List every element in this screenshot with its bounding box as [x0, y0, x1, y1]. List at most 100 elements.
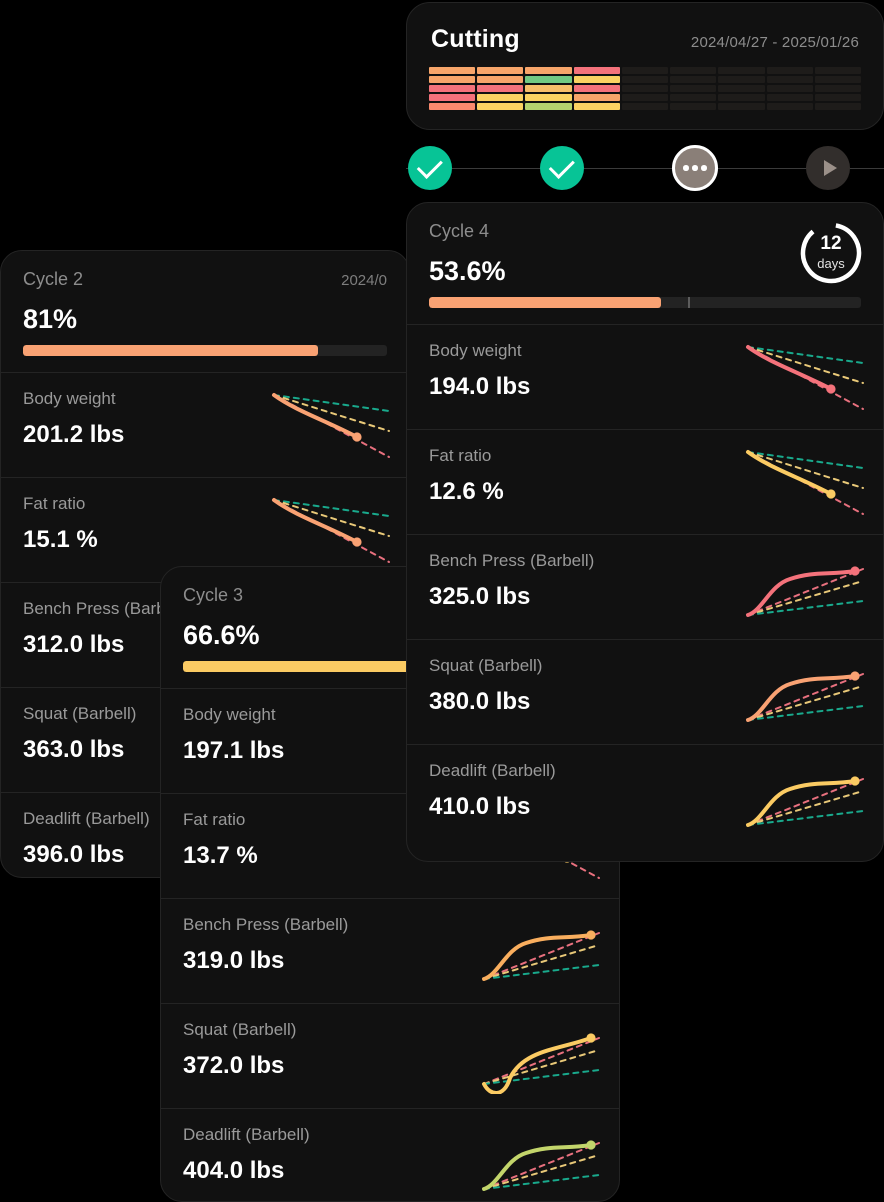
heatmap-column — [477, 67, 524, 110]
heatmap-cell — [670, 85, 717, 92]
heatmap-cell — [429, 94, 476, 101]
heatmap-column — [573, 67, 620, 110]
metric-row[interactable]: Body weight 194.0 lbs — [407, 325, 883, 429]
metric-sparkline — [746, 776, 864, 827]
heatmap-cell — [718, 76, 765, 83]
metric-sparkline — [482, 1140, 600, 1191]
cycle4-header: Cycle 4 53.6% 12 days — [407, 203, 883, 324]
heatmap-cell — [429, 67, 476, 74]
sparkline-endpoint — [850, 671, 860, 681]
metric-row[interactable]: Bench Press (Barbell) 319.0 lbs — [161, 899, 619, 1003]
heatmap-column — [429, 67, 476, 110]
heatmap-cell — [814, 94, 861, 101]
metric-sparkline — [746, 450, 864, 515]
days-remaining-label: days — [817, 256, 845, 271]
stepper-step-1[interactable] — [408, 146, 452, 190]
sparkline-endpoint — [586, 930, 596, 940]
cycle2-progress-fill — [23, 345, 318, 356]
heatmap-cell — [573, 94, 620, 101]
heatmap-cell — [718, 103, 765, 110]
heatmap-cell — [621, 85, 669, 92]
metric-sparkline — [746, 566, 864, 617]
cycle4-progress-bar — [429, 297, 861, 308]
sparkline-endpoint — [586, 1033, 596, 1043]
metric-chart — [742, 444, 867, 520]
metric-chart — [268, 492, 393, 568]
cycle2-header: Cycle 2 2024/0 81% — [1, 251, 409, 372]
heatmap-cell — [621, 76, 669, 83]
metric-row[interactable]: Fat ratio 12.6 % — [407, 430, 883, 534]
sparkline-endpoint — [826, 384, 836, 394]
heatmap-column — [814, 67, 861, 110]
heatmap-cell — [670, 67, 717, 74]
metric-sparkline — [272, 393, 390, 458]
heatmap-cell — [670, 103, 717, 110]
metric-row[interactable]: Squat (Barbell) 380.0 lbs — [407, 640, 883, 744]
stepper-step-2[interactable] — [540, 146, 584, 190]
heatmap-cell — [525, 67, 572, 74]
heatmap-cell — [718, 85, 765, 92]
cycle4-title: Cycle 4 — [429, 221, 490, 241]
heatmap-column — [621, 67, 669, 110]
heatmap-cell — [429, 85, 476, 92]
sparkline-endpoint — [352, 537, 362, 547]
sparkline-endpoint — [850, 566, 860, 576]
cycle3-title: Cycle 3 — [183, 585, 244, 605]
heatmap-cell — [766, 94, 813, 101]
heatmap-cell — [621, 103, 669, 110]
check-icon — [548, 152, 575, 179]
heatmap-cell — [814, 76, 861, 83]
heatmap-cell — [429, 103, 476, 110]
metric-chart — [478, 1123, 603, 1199]
heatmap-column — [525, 67, 572, 110]
ellipsis-icon — [683, 165, 707, 171]
heatmap-cell — [525, 103, 572, 110]
heatmap-cell — [766, 76, 813, 83]
metric-chart — [742, 549, 867, 625]
heatmap-cell — [573, 103, 620, 110]
heatmap-column — [766, 67, 813, 110]
heatmap-cell — [718, 67, 765, 74]
metric-chart — [742, 339, 867, 415]
sparkline-endpoint — [826, 489, 836, 499]
heatmap-cell — [670, 76, 717, 83]
stepper-step-4[interactable] — [806, 146, 850, 190]
heatmap-cell — [525, 94, 572, 101]
heatmap-cell — [525, 76, 572, 83]
heatmap-cell — [573, 85, 620, 92]
metric-sparkline — [482, 930, 600, 981]
heatmap-cell — [766, 103, 813, 110]
cycle-stepper — [406, 145, 884, 192]
sparkline-endpoint — [352, 432, 362, 442]
cutting-header-card[interactable]: Cutting 2024/04/27 - 2025/01/26 — [406, 2, 884, 130]
metric-sparkline — [746, 345, 864, 410]
sparkline-endpoint — [586, 1140, 596, 1150]
cycle4-progress-tick — [688, 297, 690, 308]
metric-sparkline — [746, 671, 864, 722]
heatmap-cell — [477, 67, 524, 74]
metric-chart — [478, 1018, 603, 1095]
metric-row[interactable]: Squat (Barbell) 372.0 lbs — [161, 1004, 619, 1108]
metric-chart — [478, 913, 603, 989]
cycle-card-cycle4[interactable]: Cycle 4 53.6% 12 days Body weight 194.0 l… — [406, 202, 884, 862]
heatmap-cell — [477, 103, 524, 110]
days-remaining-number: 12 — [820, 233, 842, 254]
metric-row[interactable]: Deadlift (Barbell) 404.0 lbs — [161, 1109, 619, 1201]
heatmap-cell — [477, 85, 524, 92]
heatmap-cell — [573, 67, 620, 74]
metric-row[interactable]: Bench Press (Barbell) 325.0 lbs — [407, 535, 883, 639]
stepper-step-3[interactable] — [672, 145, 718, 191]
metric-row[interactable]: Deadlift (Barbell) 410.0 lbs — [407, 745, 883, 849]
heatmap-cell — [718, 94, 765, 101]
metric-row[interactable]: Body weight 201.2 lbs — [1, 373, 409, 477]
heatmap-cell — [525, 85, 572, 92]
heatmap-cell — [477, 94, 524, 101]
metric-sparkline — [272, 498, 390, 563]
metric-chart — [742, 759, 867, 835]
heatmap-cell — [429, 76, 476, 83]
metric-chart — [268, 387, 393, 463]
heatmap-cell — [477, 76, 524, 83]
metric-sparkline — [482, 1033, 600, 1095]
sparkline-endpoint — [850, 776, 860, 786]
cycle2-percent: 81% — [23, 304, 78, 334]
